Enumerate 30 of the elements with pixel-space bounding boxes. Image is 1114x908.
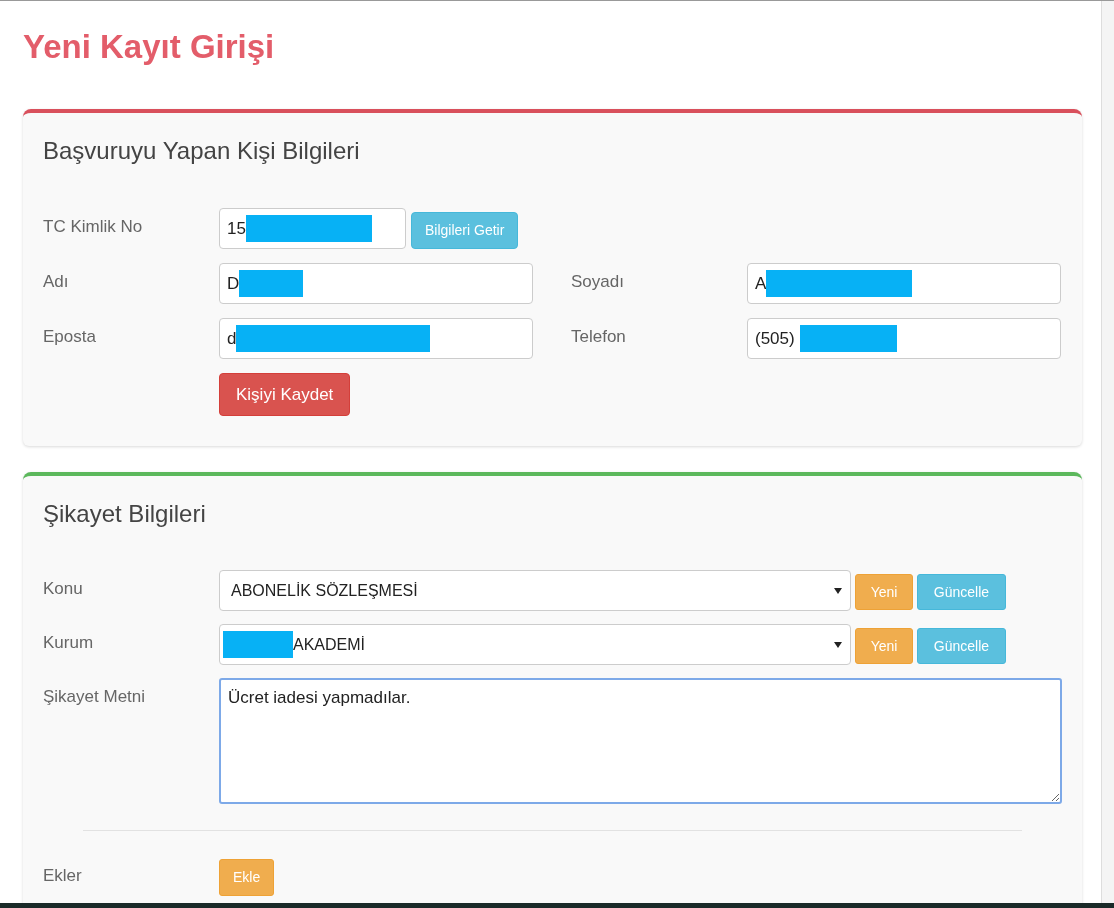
save-person-button[interactable]: Kişiyi Kaydet [219, 373, 351, 416]
text-field[interactable]: d [219, 318, 533, 359]
field-label: Kurum [43, 632, 95, 654]
field-value: A [755, 272, 767, 295]
page-title: Yeni Kayıt Girişi [23, 27, 276, 67]
complaint-textarea[interactable]: Ücret iadesi yapmadılar. [219, 678, 1062, 804]
field-label: Soyadı [571, 271, 625, 293]
field-label: Ekler [43, 865, 83, 887]
text-field[interactable]: A [747, 263, 1061, 304]
dropdown-select[interactable]: AKADEMİ [219, 624, 851, 665]
select-value: ABONELİK SÖZLEŞMESİ [231, 580, 418, 601]
field-value: (505) [755, 327, 795, 350]
field-label: Eposta [43, 326, 97, 348]
select-value: AKADEMİ [293, 634, 365, 655]
text-field[interactable]: (505) [747, 318, 1061, 359]
field-label: Konu [43, 578, 84, 600]
field-label: Telefon [571, 326, 627, 348]
dropdown-select[interactable]: ABONELİK SÖZLEŞMESİ [219, 570, 851, 611]
field-value: 15 [227, 217, 246, 240]
field-value: d [227, 327, 237, 350]
field-label: Adı [43, 271, 70, 293]
field-value: D [227, 272, 240, 295]
panel-heading: Şikayet Bilgileri [43, 499, 207, 529]
caret-icon [834, 641, 842, 648]
caret-icon [834, 587, 842, 594]
text-field[interactable]: D [219, 263, 533, 304]
panel-heading: Başvuruyu Yapan Kişi Bilgileri [43, 136, 361, 166]
text-field[interactable]: 15 [219, 208, 406, 249]
field-label: TC Kimlik No [43, 216, 144, 238]
field-label: Şikayet Metni [43, 686, 147, 708]
